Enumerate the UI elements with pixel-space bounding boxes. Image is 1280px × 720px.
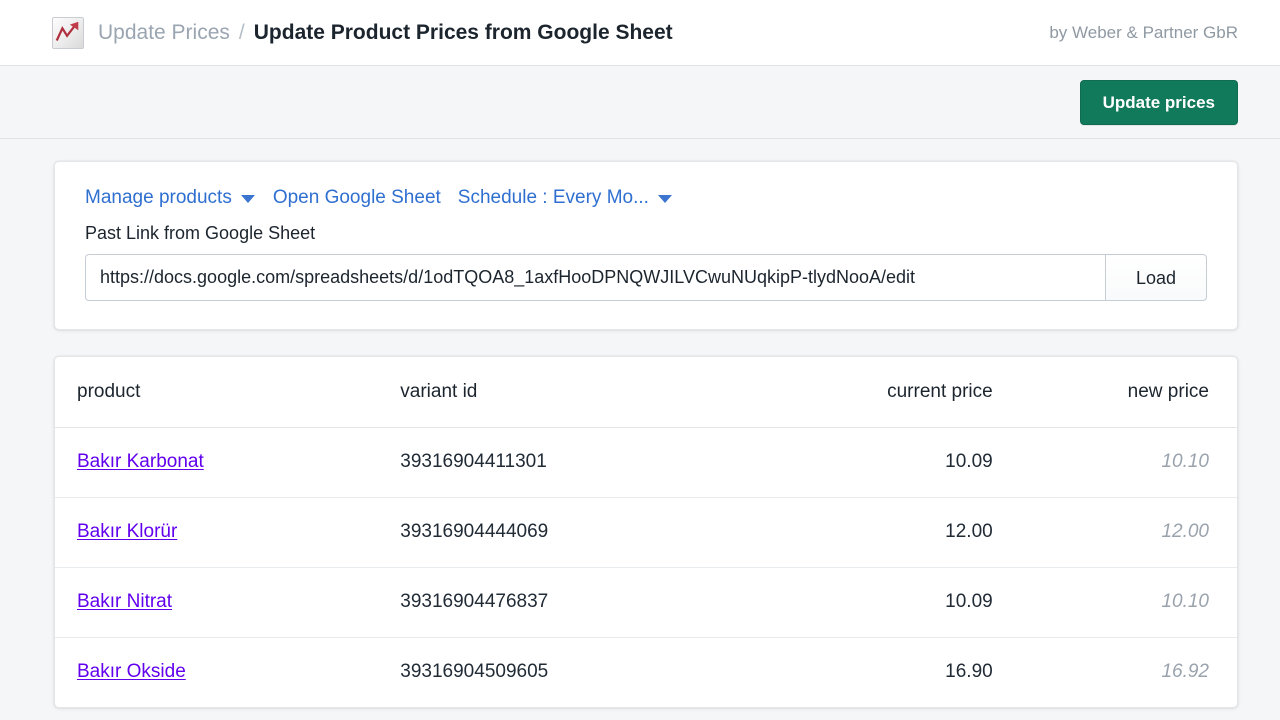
cell-variant-id: 39316904509605 [378, 637, 711, 707]
cell-new-price: 10.10 [1015, 427, 1237, 497]
app-header: Update Prices / Update Product Prices fr… [0, 0, 1280, 66]
cell-product: Bakır Nitrat [55, 567, 378, 637]
chevron-down-icon-schedule[interactable] [658, 195, 672, 203]
column-header-new-price: new price [1015, 357, 1237, 427]
update-prices-button[interactable]: Update prices [1080, 80, 1238, 125]
cell-variant-id: 39316904444069 [378, 497, 711, 567]
cell-new-price: 12.00 [1015, 497, 1237, 567]
breadcrumb-separator: / [239, 22, 245, 43]
cell-current-price: 16.90 [712, 637, 1015, 707]
table-body: Bakır Karbonat 39316904411301 10.09 10.1… [55, 427, 1237, 707]
cell-new-price: 16.92 [1015, 637, 1237, 707]
table-row: Bakır Nitrat 39316904476837 10.09 10.10 [55, 567, 1237, 637]
product-link[interactable]: Bakır Karbonat [77, 451, 204, 472]
cell-product: Bakır Klorür [55, 497, 378, 567]
cell-current-price: 12.00 [712, 497, 1015, 567]
main-content: Manage products Open Google Sheet Schedu… [0, 139, 1280, 708]
cell-variant-id: 39316904476837 [378, 567, 711, 637]
table-head: product variant id current price new pri… [55, 357, 1237, 427]
controls-card: Manage products Open Google Sheet Schedu… [54, 161, 1238, 330]
cell-new-price: 10.10 [1015, 567, 1237, 637]
app-author: by Weber & Partner GbR [1049, 23, 1238, 43]
open-google-sheet-link[interactable]: Open Google Sheet [273, 188, 441, 207]
load-button[interactable]: Load [1105, 254, 1207, 301]
schedule-dropdown[interactable]: Schedule : Every Mo... [458, 188, 649, 207]
url-input-group: Load [85, 254, 1207, 301]
products-table-card: product variant id current price new pri… [54, 356, 1238, 708]
table-row: Bakır Karbonat 39316904411301 10.09 10.1… [55, 427, 1237, 497]
google-sheet-url-input[interactable] [85, 254, 1105, 301]
products-table: product variant id current price new pri… [55, 357, 1237, 707]
column-header-variant-id: variant id [378, 357, 711, 427]
chevron-down-icon-manage-products[interactable] [241, 195, 255, 203]
controls-links-row: Manage products Open Google Sheet Schedu… [85, 188, 1209, 207]
cell-product: Bakır Karbonat [55, 427, 378, 497]
cell-current-price: 10.09 [712, 427, 1015, 497]
cell-product: Bakır Okside [55, 637, 378, 707]
url-field-label: Past Link from Google Sheet [85, 224, 1209, 242]
product-link[interactable]: Bakır Okside [77, 661, 186, 682]
breadcrumb: Update Prices / Update Product Prices fr… [98, 22, 673, 43]
trend-chart-icon [52, 17, 84, 49]
manage-products-link[interactable]: Manage products [85, 188, 232, 207]
product-link[interactable]: Bakır Nitrat [77, 591, 172, 612]
table-row: Bakır Klorür 39316904444069 12.00 12.00 [55, 497, 1237, 567]
column-header-product: product [55, 357, 378, 427]
product-link[interactable]: Bakır Klorür [77, 521, 177, 542]
breadcrumb-app-name[interactable]: Update Prices [98, 22, 230, 43]
table-header-row: product variant id current price new pri… [55, 357, 1237, 427]
page-title: Update Product Prices from Google Sheet [254, 22, 673, 43]
cell-current-price: 10.09 [712, 567, 1015, 637]
action-bar: Update prices [0, 66, 1280, 139]
table-row: Bakır Okside 39316904509605 16.90 16.92 [55, 637, 1237, 707]
column-header-current-price: current price [712, 357, 1015, 427]
cell-variant-id: 39316904411301 [378, 427, 711, 497]
